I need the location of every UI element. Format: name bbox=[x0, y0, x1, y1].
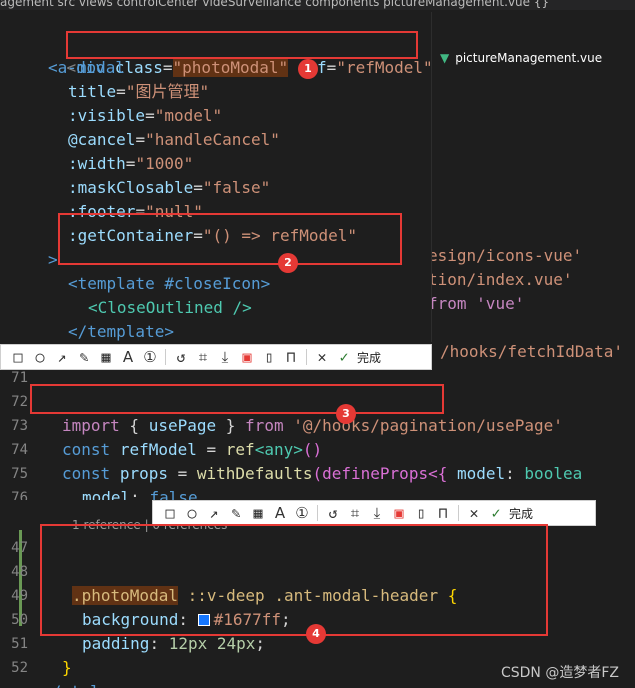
watermark: CSDN @造梦者FZ bbox=[500, 665, 619, 681]
code-attr-getcontainer: :getContainer="() => refModel" bbox=[68, 226, 357, 245]
code-fragment: tion/index.vue' bbox=[428, 270, 573, 289]
code-line-52: 52 bbox=[11, 660, 28, 676]
done-button[interactable]: 完成 bbox=[507, 505, 533, 522]
code-attr-footer: :footer="null" bbox=[68, 202, 203, 221]
undo-icon[interactable]: ↺ bbox=[322, 502, 344, 524]
undo-icon[interactable]: ↺ bbox=[170, 346, 192, 368]
code-line-72: 72 const refModel = ref<any>() bbox=[11, 394, 323, 459]
breadcrumb: agement src views controlCenter videSurv… bbox=[0, 0, 550, 9]
code-fragment: /hooks/fetchIdData' bbox=[440, 342, 624, 361]
toolbar-divider bbox=[306, 349, 307, 365]
code-line-51: 51 </style> bbox=[11, 636, 119, 688]
code-attr-maskclosable: :maskClosable="false" bbox=[68, 178, 271, 197]
download-icon[interactable]: ⤓ bbox=[366, 502, 388, 524]
check-icon[interactable]: ✓ bbox=[333, 346, 355, 368]
code-line-47: 47 .photoModal ::v-deep .ant-modal-heade… bbox=[11, 540, 458, 605]
rect-icon[interactable]: □ bbox=[7, 346, 29, 368]
crop-icon[interactable]: ⌗ bbox=[192, 346, 214, 368]
pen-icon[interactable]: ✎ bbox=[73, 346, 95, 368]
annotation-badge-1: 1 bbox=[298, 59, 318, 79]
pin-icon[interactable]: ▯ bbox=[258, 346, 280, 368]
code-template-close: </template> bbox=[68, 322, 174, 341]
code-attr-title: title="图片管理" bbox=[68, 82, 210, 101]
circle-icon[interactable]: ○ bbox=[29, 346, 51, 368]
download-icon[interactable]: ⤓ bbox=[214, 346, 236, 368]
bookmark-icon[interactable]: ⊓ bbox=[280, 346, 302, 368]
code-attr-cancel: @cancel="handleCancel" bbox=[68, 130, 280, 149]
code-div-open: <div class="photoModal" ref="refModel"> bbox=[66, 58, 432, 77]
bookmark-icon[interactable]: ⊓ bbox=[432, 502, 454, 524]
mosaic-icon[interactable]: ▦ bbox=[247, 502, 269, 524]
code-attr-width: :width="1000" bbox=[68, 154, 194, 173]
code-line-73: 73 const props = withDefaults(defineProp… bbox=[11, 418, 583, 483]
arrow-icon[interactable]: ↗ bbox=[51, 346, 73, 368]
code-a-modal-close: > bbox=[48, 250, 58, 269]
code-line-48: 48 background: #1677ff; bbox=[11, 564, 291, 629]
code-fragment: from 'vue' bbox=[428, 294, 525, 313]
vue-file-icon: ▼ bbox=[440, 51, 450, 65]
crop-icon[interactable]: ⌗ bbox=[344, 502, 366, 524]
color-swatch[interactable] bbox=[197, 614, 210, 626]
text-icon[interactable]: A bbox=[269, 502, 291, 524]
toolbar-divider bbox=[458, 505, 459, 521]
close-icon[interactable]: ✕ bbox=[463, 502, 485, 524]
code-template-open: <template #closeIcon> bbox=[68, 274, 271, 293]
number-icon[interactable]: ① bbox=[291, 502, 313, 524]
style-editor: 1 reference | 0 references 47 .photoModa… bbox=[0, 500, 635, 688]
sticker-icon[interactable]: ▣ bbox=[388, 502, 410, 524]
close-icon[interactable]: ✕ bbox=[311, 346, 333, 368]
code-line-74: 74 model: false, bbox=[11, 442, 208, 500]
code-line-76: 76 const omit = defineEmits<{ bbox=[11, 490, 28, 500]
template-snippet: <div class="photoModal" ref="refModel"> … bbox=[0, 12, 432, 342]
arrow-icon[interactable]: ↗ bbox=[203, 502, 225, 524]
text-icon[interactable]: A bbox=[117, 346, 139, 368]
toolbar-divider bbox=[165, 349, 166, 365]
tab-label: pictureManagement.vue bbox=[455, 51, 603, 65]
breadcrumb-bar: agement src views controlCenter videSurv… bbox=[0, 0, 635, 10]
done-button[interactable]: 完成 bbox=[355, 349, 381, 366]
circle-icon[interactable]: ○ bbox=[181, 502, 203, 524]
rect-icon[interactable]: □ bbox=[159, 502, 181, 524]
sticker-icon[interactable]: ▣ bbox=[236, 346, 258, 368]
annotation-badge-3: 3 bbox=[336, 404, 356, 424]
code-line-49: 49 padding: 12px 24px; bbox=[11, 588, 266, 653]
annotation-badge-2: 2 bbox=[278, 253, 298, 273]
tab-picture-management[interactable]: ▼ pictureManagement.vue bbox=[440, 46, 602, 70]
pen-icon[interactable]: ✎ bbox=[225, 502, 247, 524]
mosaic-icon[interactable]: ▦ bbox=[95, 346, 117, 368]
pin-icon[interactable]: ▯ bbox=[410, 502, 432, 524]
check-icon[interactable]: ✓ bbox=[485, 502, 507, 524]
code-line-50: 50 } bbox=[11, 612, 72, 677]
code-line-75: 75 }) bbox=[11, 466, 28, 482]
code-a-modal: <a-modal bbox=[48, 58, 126, 77]
code-fragment: esign/icons-vue' bbox=[428, 246, 583, 265]
screenshot-toolbar-top: □ ○ ↗ ✎ ▦ A ① ↺ ⌗ ⤓ ▣ ▯ ⊓ ✕ ✓ 完成 bbox=[0, 344, 432, 370]
number-icon[interactable]: ① bbox=[139, 346, 161, 368]
code-attr-visible: :visible="model" bbox=[68, 106, 223, 125]
annotation-badge-4: 4 bbox=[306, 624, 326, 644]
code-close-outlined: <CloseOutlined /> bbox=[88, 298, 252, 317]
toolbar-divider bbox=[317, 505, 318, 521]
screenshot-toolbar-bottom: □ ○ ↗ ✎ ▦ A ① ↺ ⌗ ⤓ ▣ ▯ ⊓ ✕ ✓ 完成 bbox=[152, 500, 596, 526]
